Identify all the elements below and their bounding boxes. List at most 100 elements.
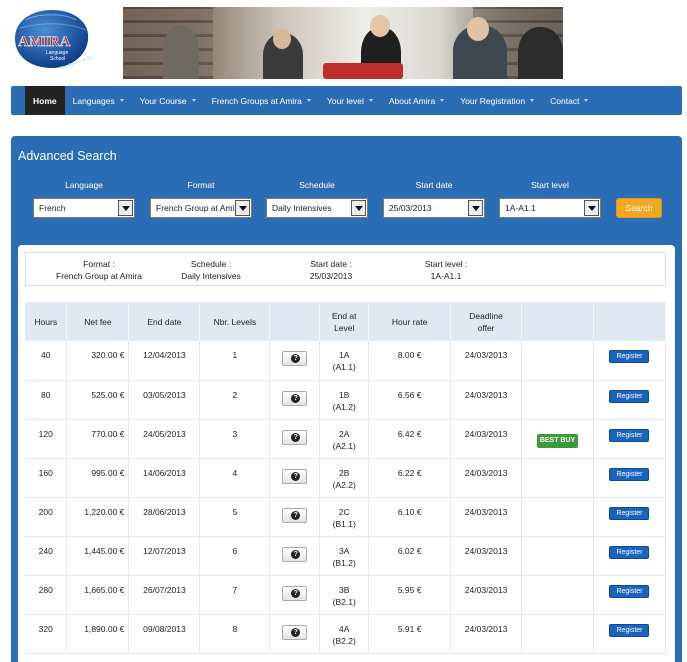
table-row: 3201,890.00 €09/08/20138 4A(B2.2)5.91 €24…: [25, 614, 667, 654]
cell-net-fee: 1,665.00 €: [66, 575, 130, 615]
col-badge: [521, 302, 594, 341]
table-row: 80525.00 €03/05/20132 1B(A1.2)6.56 €24/03…: [25, 380, 667, 420]
col-info: [269, 302, 321, 341]
caret-down-icon: [306, 99, 311, 102]
cell-nbr-levels: 7: [199, 575, 271, 615]
cell-register: Register: [593, 497, 667, 537]
table-row: 40320.00 €12/04/20131 1A(A1.1)8.00 €24/03…: [25, 341, 667, 381]
cell-net-fee: 320.00 €: [66, 341, 130, 381]
search-button[interactable]: Search: [616, 198, 662, 218]
col-deadline-offer: Deadline offer: [450, 302, 523, 341]
panel-title: Advanced Search: [18, 149, 117, 163]
register-button[interactable]: Register: [609, 584, 650, 598]
schedule-label: Schedule: [299, 180, 335, 190]
cell-register: Register: [593, 575, 667, 615]
cell-end-level: 2C (B1.1): [319, 497, 370, 537]
nav-french-groups[interactable]: French Groups at Amira: [204, 86, 319, 115]
search-summary: Format : French Group at Amira Schedule …: [25, 252, 666, 286]
cell-nbr-levels: 4: [199, 458, 271, 498]
schedule-select[interactable]: Daily Intensives: [266, 198, 368, 218]
register-button[interactable]: Register: [609, 467, 650, 481]
nav-about-amira[interactable]: About Amira: [381, 86, 452, 115]
question-icon[interactable]: [282, 546, 308, 562]
svg-text:School: School: [50, 56, 65, 62]
question-icon[interactable]: [282, 624, 308, 640]
question-icon[interactable]: [282, 351, 308, 367]
register-button[interactable]: Register: [609, 545, 650, 559]
cell-deadline: 24/03/2013: [450, 341, 523, 381]
cell-end-level: 1A (A1.1): [319, 341, 370, 381]
register-button[interactable]: Register: [609, 623, 650, 637]
col-hours: Hours: [25, 302, 68, 341]
cell-hour-rate: 6.10 €: [368, 497, 452, 537]
cell-register: Register: [593, 458, 667, 498]
nav-your-level[interactable]: Your level: [319, 86, 381, 115]
caret-down-icon: [191, 99, 196, 102]
cell-register: Register: [593, 614, 667, 654]
advanced-search-panel: Advanced Search Language Format Schedule…: [11, 136, 682, 662]
best-buy-badge: BEST BUY: [536, 433, 579, 448]
cell-end-date: 09/08/2013: [128, 614, 201, 654]
start-date-select[interactable]: 25/03/2013: [383, 198, 485, 218]
nav-your-registration[interactable]: Your Registration: [452, 86, 542, 115]
cell-end-level: 1B (A1.2): [319, 380, 370, 420]
cell-help: [269, 575, 321, 615]
cell-hour-rate: 6.02 €: [368, 536, 452, 576]
col-hour-rate: Hour rate: [368, 302, 452, 341]
cell-end-date: 26/07/2013: [128, 575, 201, 615]
amira-logo[interactable]: AMIRA Language School The Power of Speec…: [12, 8, 92, 70]
cell-hours: 280: [25, 575, 68, 615]
cell-nbr-levels: 8: [199, 614, 271, 654]
summary-schedule: Schedule : Daily Intensives: [181, 259, 241, 281]
nav-home[interactable]: Home: [25, 86, 65, 115]
register-button[interactable]: Register: [609, 389, 650, 403]
register-button[interactable]: Register: [609, 428, 650, 442]
language-select[interactable]: French: [33, 198, 135, 218]
svg-text:AMIRA: AMIRA: [18, 34, 71, 50]
dropdown-arrow-icon: [235, 200, 250, 216]
register-button[interactable]: Register: [609, 506, 650, 520]
start-level-label: Start level: [531, 180, 569, 190]
col-net-fee: Net fee: [66, 302, 130, 341]
cell-hours: 200: [25, 497, 68, 537]
cell-badge: [521, 497, 594, 537]
col-register: [593, 302, 667, 341]
question-icon[interactable]: [282, 429, 308, 445]
header-banner-photo: [123, 7, 563, 79]
format-select[interactable]: French Group at Amira: [150, 198, 252, 218]
main-nav: Home Languages Your Course French Groups…: [11, 86, 682, 115]
cell-help: [269, 536, 321, 576]
nav-languages[interactable]: Languages: [65, 86, 132, 115]
cell-net-fee: 770.00 €: [66, 419, 130, 459]
cell-nbr-levels: 6: [199, 536, 271, 576]
cell-net-fee: 995.00 €: [66, 458, 130, 498]
caret-down-icon: [119, 99, 124, 102]
cell-deadline: 24/03/2013: [450, 536, 523, 576]
table-row: 2401,445.00 €12/07/20136 3A(B1.2)6.02 €24…: [25, 536, 667, 576]
nav-your-course[interactable]: Your Course: [132, 86, 204, 115]
register-button[interactable]: Register: [609, 350, 650, 363]
cell-hours: 240: [25, 536, 68, 576]
question-icon[interactable]: [282, 468, 308, 484]
cell-badge: [521, 341, 594, 381]
cell-hours: 40: [25, 341, 68, 381]
nav-contact[interactable]: Contact: [542, 86, 596, 115]
cell-end-level: 4A (B2.2): [319, 614, 370, 654]
start-level-select[interactable]: 1A-A1.1: [499, 198, 601, 218]
caret-down-icon: [440, 99, 445, 102]
cell-help: [269, 614, 321, 654]
cell-help: [269, 380, 321, 420]
question-icon[interactable]: [282, 390, 308, 406]
cell-end-date: 14/06/2013: [128, 458, 201, 498]
cell-hour-rate: 5.91 €: [368, 614, 452, 654]
caret-down-icon: [368, 99, 373, 102]
cell-help: [269, 341, 321, 381]
question-icon[interactable]: [282, 585, 308, 601]
cell-end-date: 12/07/2013: [128, 536, 201, 576]
dropdown-arrow-icon: [351, 200, 366, 216]
cell-end-level: 2A (A2.1): [319, 419, 370, 459]
dropdown-arrow-icon: [468, 200, 483, 216]
question-icon[interactable]: [282, 507, 308, 523]
col-end-date: End date: [128, 302, 201, 341]
cell-nbr-levels: 1: [199, 341, 271, 381]
